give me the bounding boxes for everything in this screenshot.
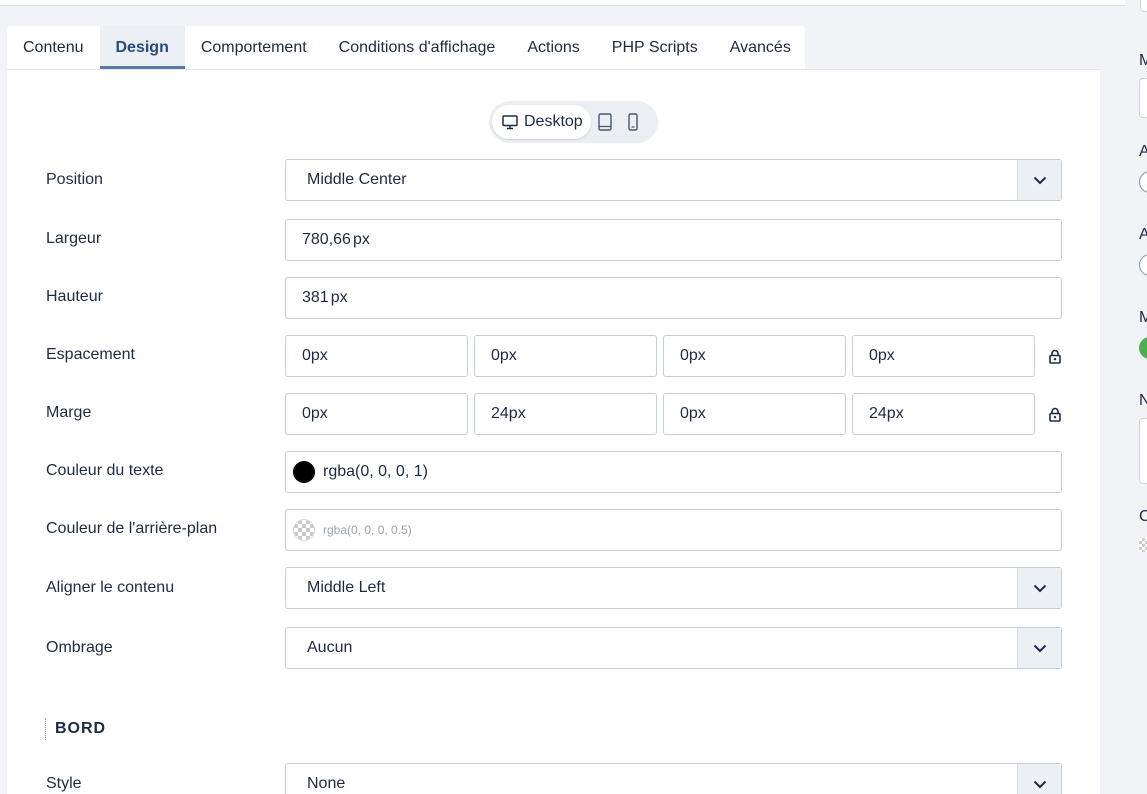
largeur-input[interactable]: 780,66 px <box>285 219 1062 261</box>
style-value: None <box>307 775 346 792</box>
tab-conditions-affichage[interactable]: Conditions d'affichage <box>323 26 512 69</box>
chevron-down-icon[interactable] <box>1017 764 1061 794</box>
largeur-value: 780,66 <box>302 231 351 248</box>
aligner-label: Aligner le contenu <box>46 579 175 596</box>
right-panel-label: A <box>1139 143 1147 160</box>
right-panel-toggle[interactable] <box>1139 337 1147 359</box>
aligner-select[interactable]: Middle Left <box>285 567 1062 609</box>
style-select[interactable]: None <box>285 763 1062 794</box>
right-panel-radio[interactable] <box>1139 171 1147 193</box>
device-desktop-button[interactable]: Desktop <box>492 105 591 139</box>
lock-icon[interactable] <box>1048 348 1062 364</box>
ombrage-value: Aucun <box>307 639 353 656</box>
couleur-fond-placeholder: rgba(0, 0, 0, 0.5) <box>323 523 412 537</box>
color-swatch[interactable] <box>293 461 315 483</box>
position-label: Position <box>46 171 103 188</box>
hauteur-label: Hauteur <box>46 288 103 305</box>
couleur-texte-value: rgba(0, 0, 0, 1) <box>323 463 428 480</box>
bord-section-title: BORD <box>45 718 106 740</box>
right-panel-label: C <box>1139 508 1147 525</box>
right-panel-color-swatch[interactable] <box>1139 538 1147 552</box>
tab-avances[interactable]: Avancés <box>714 26 807 69</box>
couleur-fond-label: Couleur de l'arrière-plan <box>46 520 218 537</box>
lock-icon[interactable] <box>1048 406 1062 422</box>
tab-bar: Contenu Design Comportement Conditions d… <box>7 26 805 69</box>
couleur-texte-input[interactable]: rgba(0, 0, 0, 1) <box>285 451 1062 493</box>
device-desktop-label: Desktop <box>524 113 583 130</box>
espacement-bottom-input[interactable]: 0px <box>663 335 846 377</box>
chevron-down-icon[interactable] <box>1017 160 1061 200</box>
right-panel-label: A <box>1139 226 1147 243</box>
style-label: Style <box>46 775 82 792</box>
ombrage-label: Ombrage <box>46 639 113 656</box>
tablet-icon <box>598 113 612 131</box>
marge-label: Marge <box>46 404 92 421</box>
tab-contenu[interactable]: Contenu <box>7 26 100 69</box>
marge-right-input[interactable]: 24px <box>474 393 657 435</box>
top-bar <box>0 0 1147 6</box>
right-panel-input[interactable] <box>1139 78 1147 118</box>
espacement-top-input[interactable]: 0px <box>285 335 468 377</box>
position-value: Middle Center <box>307 171 407 188</box>
espacement-right-input[interactable]: 0px <box>474 335 657 377</box>
right-panel-label: M <box>1139 309 1147 326</box>
device-mobile-button[interactable] <box>619 105 647 139</box>
espacement-label: Espacement <box>46 346 135 363</box>
marge-top-input[interactable]: 0px <box>285 393 468 435</box>
right-panel-label: N <box>1139 392 1147 409</box>
right-panel-textarea[interactable] <box>1139 418 1147 484</box>
right-side-panel: M A A M N C <box>1125 0 1147 794</box>
right-panel-input-top[interactable] <box>1140 0 1147 12</box>
position-select[interactable]: Middle Center <box>285 159 1062 201</box>
ombrage-select[interactable]: Aucun <box>285 627 1062 669</box>
tab-actions[interactable]: Actions <box>511 26 595 69</box>
couleur-fond-input[interactable]: rgba(0, 0, 0, 0.5) <box>285 509 1062 551</box>
hauteur-input[interactable]: 381 px <box>285 277 1062 319</box>
right-panel-label: M <box>1139 52 1147 69</box>
chevron-down-icon[interactable] <box>1017 568 1061 608</box>
largeur-unit: px <box>352 231 370 248</box>
espacement-left-input[interactable]: 0px <box>852 335 1035 377</box>
marge-left-input[interactable]: 24px <box>852 393 1035 435</box>
aligner-value: Middle Left <box>307 579 386 596</box>
marge-bottom-input[interactable]: 0px <box>663 393 846 435</box>
desktop-icon <box>502 114 518 129</box>
tab-php-scripts[interactable]: PHP Scripts <box>596 26 714 69</box>
hauteur-value: 381 <box>302 289 329 306</box>
tab-design[interactable]: Design <box>99 26 186 69</box>
design-panel: Desktop Position Middle Center Largeur 7… <box>7 69 1100 794</box>
right-panel-radio[interactable] <box>1139 254 1147 276</box>
tab-comportement[interactable]: Comportement <box>185 26 323 69</box>
mobile-icon <box>628 113 638 131</box>
couleur-texte-label: Couleur du texte <box>46 462 164 479</box>
device-switch: Desktop <box>489 101 658 143</box>
device-tablet-button[interactable] <box>591 105 619 139</box>
chevron-down-icon[interactable] <box>1017 628 1061 668</box>
transparent-swatch[interactable] <box>293 519 315 541</box>
largeur-label: Largeur <box>46 230 102 247</box>
hauteur-unit: px <box>330 289 348 306</box>
